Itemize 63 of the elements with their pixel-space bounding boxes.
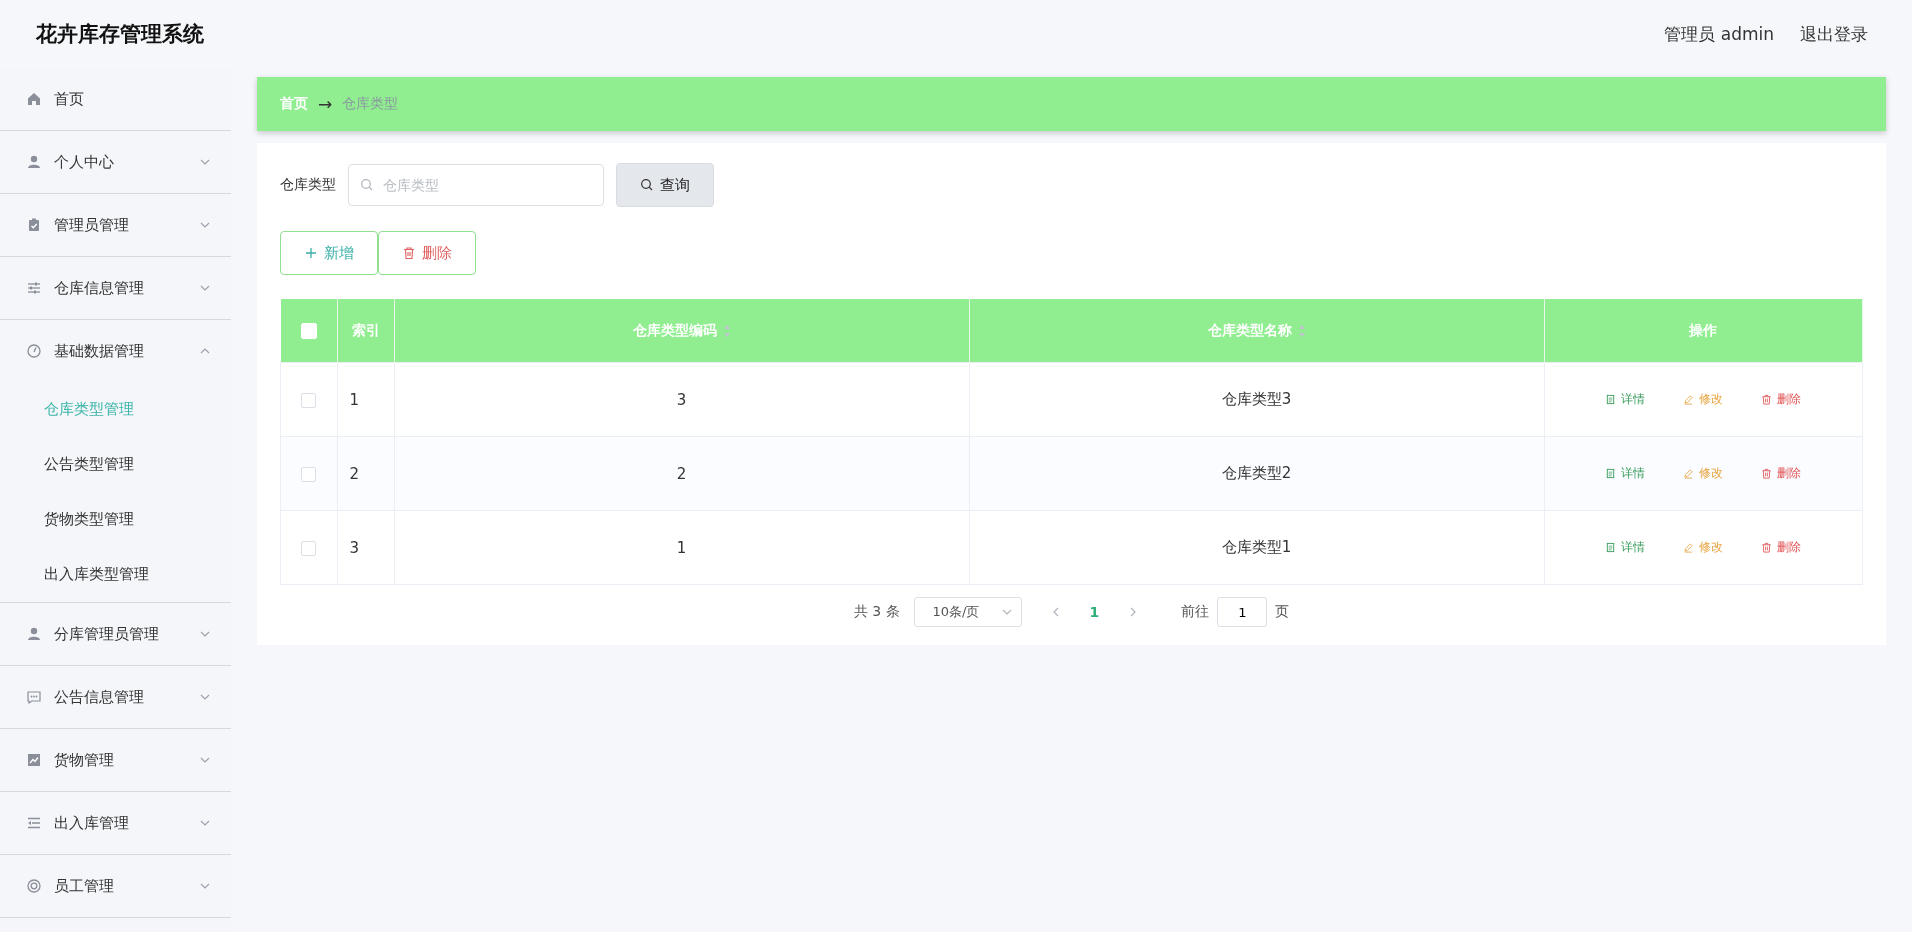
detail-link[interactable]: 详情 <box>1605 391 1646 408</box>
row-checkbox[interactable] <box>301 540 317 556</box>
search-icon <box>640 178 654 192</box>
column-header: 操作 <box>1544 299 1863 363</box>
table-cell: 1 <box>394 510 969 585</box>
field-label: 仓库类型 <box>280 176 336 194</box>
app-title: 花卉库存管理系统 <box>36 21 204 48</box>
trash-icon <box>1761 468 1773 479</box>
sort-icon[interactable] <box>722 323 731 338</box>
menu-item[interactable]: 基础数据管理 <box>0 320 231 382</box>
row-checkbox[interactable] <box>301 466 317 482</box>
total-count: 共 3 条 <box>853 603 900 621</box>
sort-icon[interactable] <box>1297 323 1306 338</box>
table-cell: 3 <box>337 510 394 585</box>
menu-item[interactable]: 公告信息管理 <box>0 666 231 728</box>
user-name: 管理员 admin <box>1664 22 1774 46</box>
document-icon <box>1605 542 1617 553</box>
delete-button[interactable]: 删除 <box>378 231 476 275</box>
delete-link[interactable]: 删除 <box>1761 465 1802 482</box>
menu-item[interactable]: 管理员管理 <box>0 194 231 256</box>
table-cell: 1 <box>337 362 394 437</box>
page-suffix: 页 <box>1275 603 1290 621</box>
table-cell: 3 <box>394 362 969 437</box>
submenu-item[interactable]: 出入库类型管理 <box>0 547 231 602</box>
page-input[interactable]: 1 <box>1217 597 1268 627</box>
table-cell: 仓库类型2 <box>969 436 1544 511</box>
submenu-item[interactable]: 货物类型管理 <box>0 492 231 547</box>
logout-link[interactable]: 退出登录 <box>1800 22 1868 46</box>
document-icon <box>1605 468 1617 479</box>
menu-item[interactable]: 首页 <box>0 68 231 130</box>
row-checkbox[interactable] <box>301 392 317 408</box>
delete-link[interactable]: 删除 <box>1761 539 1802 556</box>
pencil-icon <box>1683 542 1695 553</box>
menu-item[interactable]: 仓库信息管理 <box>0 257 231 319</box>
search-field[interactable]: 仓库类型 <box>348 164 604 206</box>
detail-link[interactable]: 详情 <box>1605 539 1646 556</box>
menu-item[interactable]: 货物管理 <box>0 729 231 791</box>
pencil-icon <box>1683 468 1695 479</box>
submenu-item[interactable]: 公告类型管理 <box>0 437 231 492</box>
delete-link[interactable]: 删除 <box>1761 391 1802 408</box>
pencil-icon <box>1683 394 1695 405</box>
goto-label: 前往 <box>1181 603 1210 621</box>
plus-icon <box>304 246 318 260</box>
trash-icon <box>402 246 416 260</box>
table-cell: 2 <box>394 436 969 511</box>
trash-icon <box>1761 542 1773 553</box>
detail-link[interactable]: 详情 <box>1605 465 1646 482</box>
column-header: 索引 <box>337 299 394 363</box>
document-icon <box>1605 394 1617 405</box>
menu-item[interactable]: 个人中心 <box>0 131 231 193</box>
menu-item[interactable]: 分库管理员管理 <box>0 603 231 665</box>
table-cell: 仓库类型1 <box>969 510 1544 585</box>
breadcrumb-separator: → <box>318 94 333 114</box>
select-all-checkbox[interactable] <box>300 323 317 339</box>
table-cell: 仓库类型3 <box>969 362 1544 437</box>
page-size-select[interactable]: 10条/页 <box>913 597 1022 627</box>
table-cell: 2 <box>337 436 394 511</box>
search-button[interactable]: 查询 <box>616 163 714 207</box>
search-icon <box>360 178 374 192</box>
menu-item[interactable]: 出入库管理 <box>0 792 231 854</box>
trash-icon <box>1761 394 1773 405</box>
breadcrumb-item: 仓库类型 <box>342 95 399 113</box>
menu-item[interactable]: 员工管理 <box>0 855 231 917</box>
